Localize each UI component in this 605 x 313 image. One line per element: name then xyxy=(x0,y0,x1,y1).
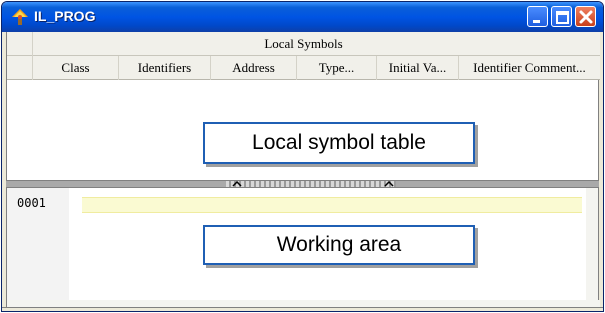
program-icon xyxy=(12,9,28,25)
close-button[interactable] xyxy=(575,6,596,27)
line-number-gutter: 0001 xyxy=(7,188,69,308)
column-identifiers[interactable]: Identifiers xyxy=(119,56,211,80)
current-line-highlight[interactable] xyxy=(82,197,582,213)
maximize-icon xyxy=(556,11,569,24)
working-area[interactable]: 0001 Working area xyxy=(6,188,600,308)
minimize-button[interactable] xyxy=(527,6,548,27)
symbol-columns-header: Class Identifiers Address Type... Initia… xyxy=(7,56,600,80)
splitter-grip[interactable] xyxy=(226,181,396,187)
title-bar[interactable]: IL_PROG xyxy=(2,2,603,32)
window-title: IL_PROG xyxy=(34,8,96,24)
expand-up-icon[interactable] xyxy=(384,181,394,187)
pane-splitter[interactable] xyxy=(6,180,599,188)
local-symbols-header: Local Symbols xyxy=(7,32,600,56)
minimize-icon xyxy=(533,20,540,23)
column-type[interactable]: Type... xyxy=(297,56,377,80)
local-symbol-table-label: Local symbol table xyxy=(203,122,475,164)
close-icon xyxy=(579,10,593,24)
column-class[interactable]: Class xyxy=(33,56,119,80)
il-prog-window: IL_PROG Local Symbols Class Identifiers … xyxy=(1,1,604,312)
vertical-scrollbar[interactable] xyxy=(586,188,598,308)
maximize-button[interactable] xyxy=(551,6,572,27)
collapse-up-icon[interactable] xyxy=(232,181,242,187)
column-initial-value[interactable]: Initial Va... xyxy=(377,56,459,80)
working-area-label: Working area xyxy=(203,225,475,265)
window-bottom-border xyxy=(2,307,603,311)
local-symbol-table[interactable]: Local Symbols Class Identifiers Address … xyxy=(6,32,600,180)
row-header-corner xyxy=(7,32,33,80)
line-number: 0001 xyxy=(17,196,46,210)
column-identifier-comment[interactable]: Identifier Comment... xyxy=(459,56,600,80)
column-address[interactable]: Address xyxy=(211,56,297,80)
